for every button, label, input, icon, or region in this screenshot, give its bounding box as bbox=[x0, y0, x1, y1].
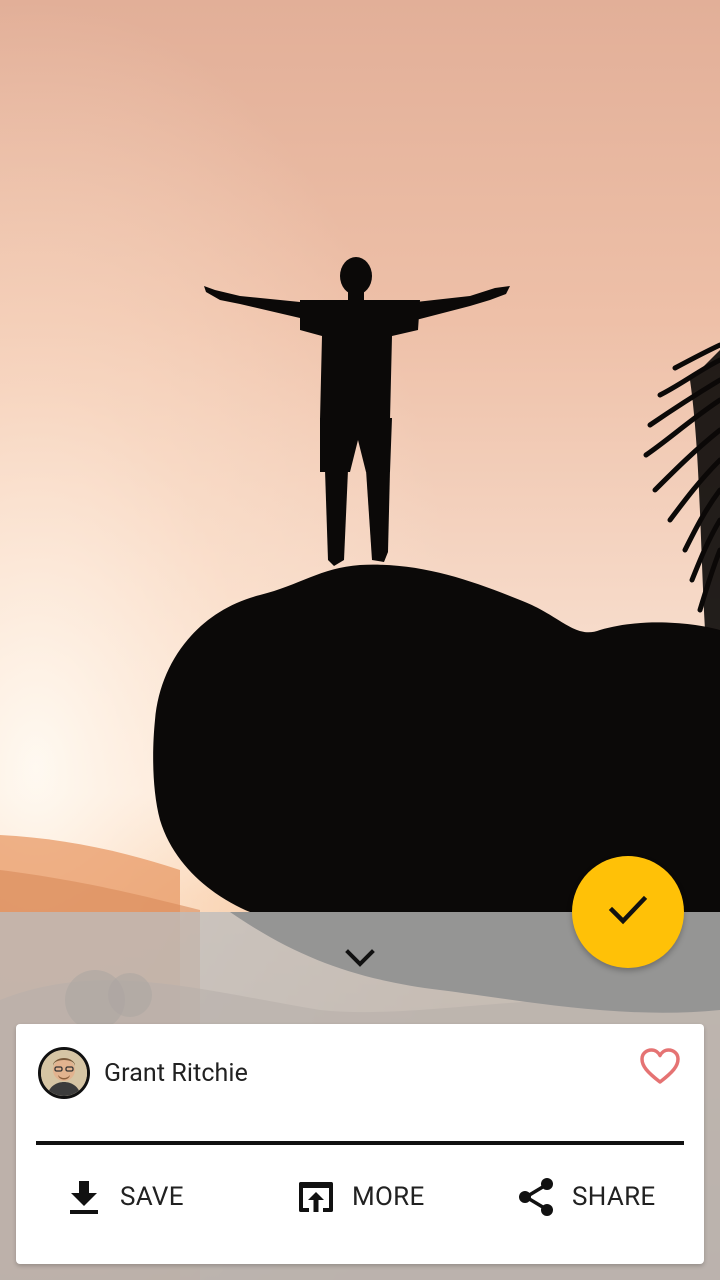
chevron-down-icon bbox=[344, 948, 376, 972]
divider bbox=[36, 1141, 684, 1145]
share-label: SHARE bbox=[572, 1182, 656, 1212]
like-button[interactable] bbox=[636, 1046, 684, 1090]
author-name[interactable]: Grant Ritchie bbox=[104, 1059, 248, 1088]
download-icon bbox=[64, 1177, 104, 1217]
action-bar: SAVE MORE SHARE bbox=[16, 1164, 704, 1230]
author-row[interactable]: Grant Ritchie bbox=[38, 1044, 248, 1102]
collapse-button[interactable] bbox=[330, 932, 390, 988]
save-label: SAVE bbox=[120, 1182, 184, 1212]
share-icon bbox=[516, 1177, 556, 1217]
save-button[interactable]: SAVE bbox=[64, 1164, 184, 1230]
share-button[interactable]: SHARE bbox=[516, 1164, 655, 1230]
more-label: MORE bbox=[352, 1182, 425, 1212]
photo-detail-screen: Grant Ritchie SAVE MORE SHARE bbox=[0, 0, 720, 1280]
avatar[interactable] bbox=[38, 1047, 90, 1099]
check-icon bbox=[608, 894, 648, 930]
more-button[interactable]: MORE bbox=[296, 1164, 425, 1230]
photo-info-card: Grant Ritchie SAVE MORE SHARE bbox=[16, 1024, 704, 1264]
set-wallpaper-fab[interactable] bbox=[572, 856, 684, 968]
heart-outline-icon bbox=[639, 1047, 681, 1089]
open-in-browser-icon bbox=[296, 1177, 336, 1217]
